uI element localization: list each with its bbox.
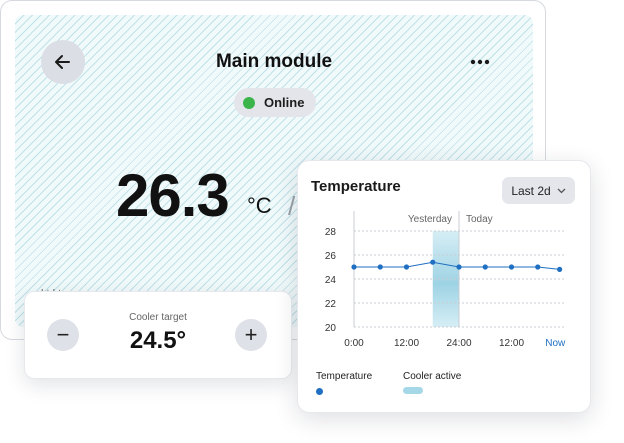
legend-cooler-marker [403, 387, 423, 394]
legend-temperature-label: Temperature [316, 371, 373, 382]
y-tick-label: 20 [325, 323, 337, 334]
temperature-data-point [482, 264, 488, 270]
temperature-data-point [351, 264, 357, 270]
y-tick-label: 22 [325, 299, 337, 310]
temperature-data-point [456, 264, 462, 270]
period-label-yesterday: Yesterday [408, 214, 452, 225]
online-indicator-icon [243, 96, 255, 109]
temperature-chart: 28 26 24 22 20 Yesterday Today 0:00 12:00 24:00 12… [325, 211, 566, 349]
current-temperature: 26.3 [116, 162, 230, 229]
more-horizontal-icon [470, 59, 490, 65]
cooler-target-card: − Cooler target 24.5° + [24, 291, 292, 379]
temperature-card: Temperature Last 2d 28 26 24 22 20 Yesterday T… [297, 160, 591, 413]
x-tick-label: 12:00 [394, 338, 419, 349]
y-tick-label: 24 [325, 275, 337, 286]
legend-cooler-label: Cooler active [403, 371, 462, 382]
legend-temperature-marker [316, 388, 323, 395]
page-title: Main module [215, 51, 333, 72]
y-tick-label: 26 [325, 251, 337, 262]
temperature-data-point [508, 264, 515, 270]
temperature-data-point [535, 264, 541, 270]
temperature-data-point [430, 259, 436, 265]
temperature-unit: °C [247, 193, 272, 218]
x-tick-label: 12:00 [499, 338, 524, 349]
temperature-data-point [557, 266, 563, 272]
divider-slash: / [288, 191, 296, 221]
status-badge: Online [234, 88, 316, 117]
x-tick-label: Now [545, 338, 566, 349]
period-label-today: Today [466, 214, 493, 225]
temperature-data-point [377, 264, 383, 270]
plus-icon: + [244, 322, 258, 347]
x-tick-label: 24:00 [446, 338, 471, 349]
x-tick-label: 0:00 [344, 338, 364, 349]
increase-button[interactable]: + [235, 319, 267, 351]
temperature-data-point [403, 264, 410, 270]
status-label: Online [264, 95, 305, 110]
y-tick-label: 28 [325, 227, 337, 238]
more-options-button[interactable] [469, 51, 491, 79]
